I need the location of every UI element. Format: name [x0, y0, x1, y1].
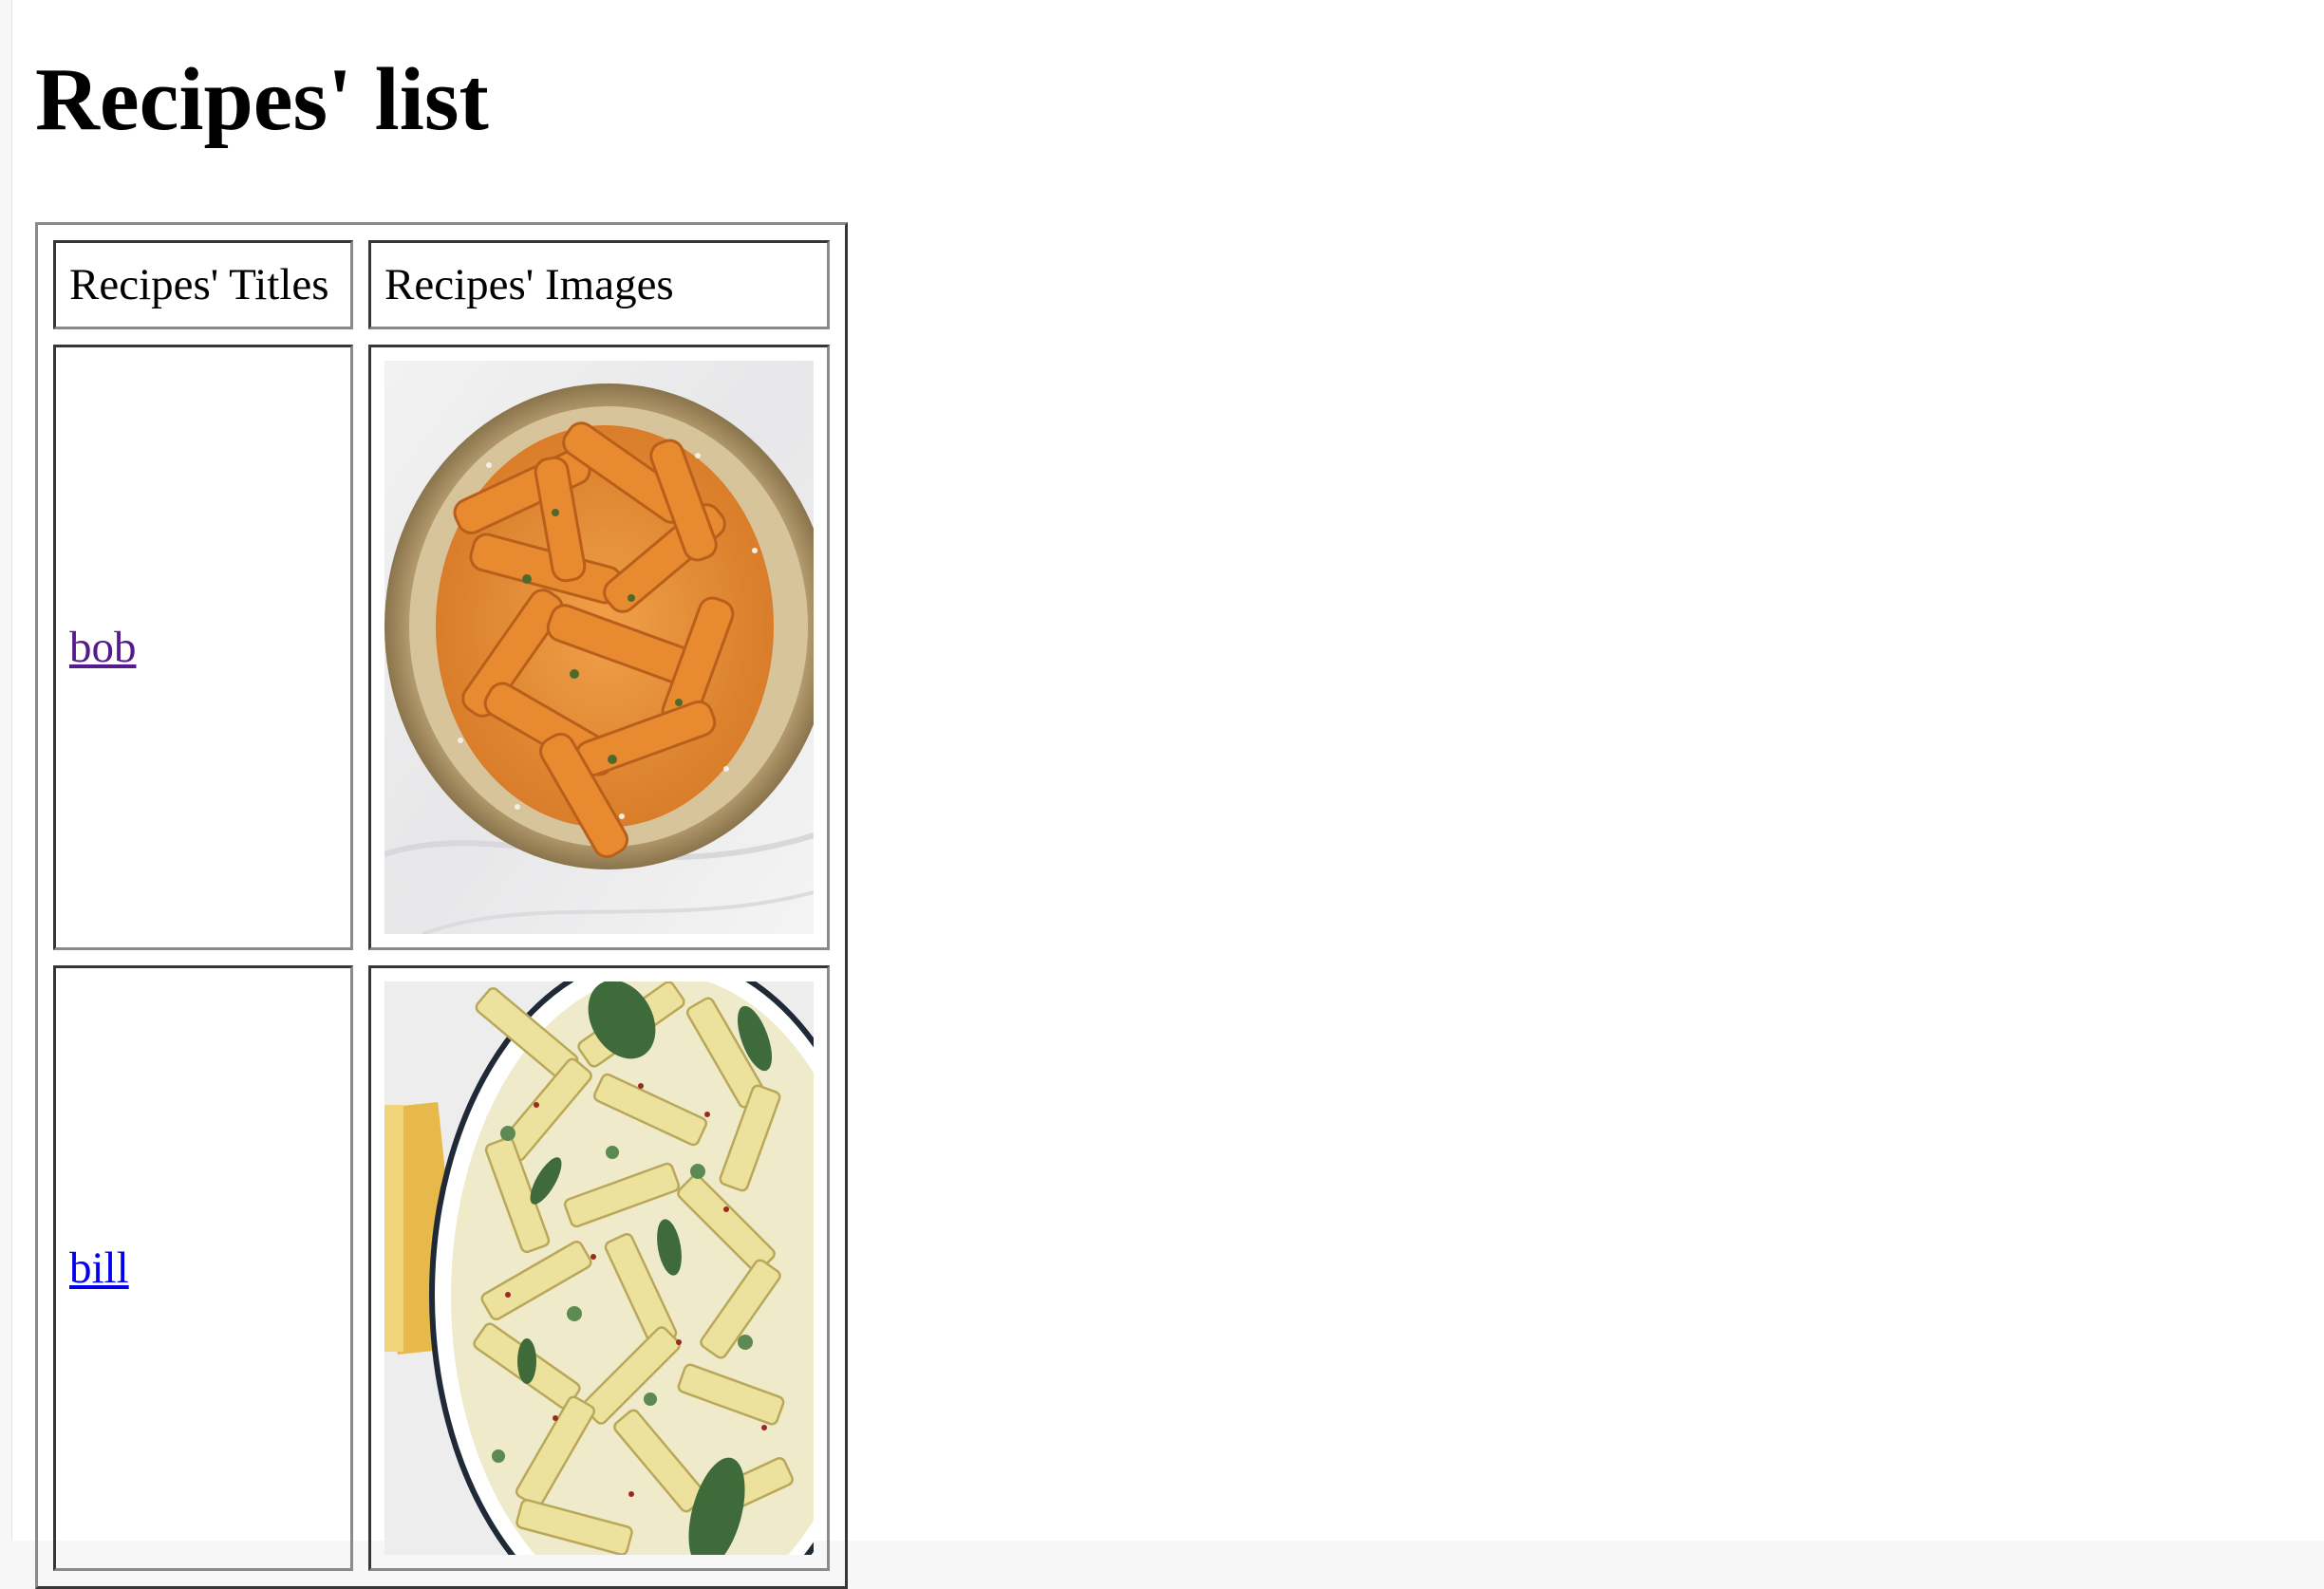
page-title: Recipes' list [35, 50, 489, 149]
table-row: bill [53, 965, 830, 1571]
recipe-title-cell: bob [53, 345, 353, 950]
column-header-titles: Recipes' Titles [53, 240, 353, 329]
column-header-images: Recipes' Images [368, 240, 830, 329]
recipe-image-cell [368, 345, 830, 950]
page-body: Recipes' list Recipes' Titles Recipes' I… [11, 0, 2324, 1589]
recipe-image-cell [368, 965, 830, 1571]
recipe-image-penne-tomato [384, 361, 814, 934]
recipe-title-cell: bill [53, 965, 353, 1571]
table-row: bob [53, 345, 830, 950]
recipe-image-penne-pesto [384, 981, 814, 1555]
recipe-link-bill[interactable]: bill [69, 1243, 129, 1293]
recipe-link-bob[interactable]: bob [69, 623, 137, 672]
table-header-row: Recipes' Titles Recipes' Images [53, 240, 830, 329]
recipes-table: Recipes' Titles Recipes' Images bob bill [35, 222, 848, 1589]
